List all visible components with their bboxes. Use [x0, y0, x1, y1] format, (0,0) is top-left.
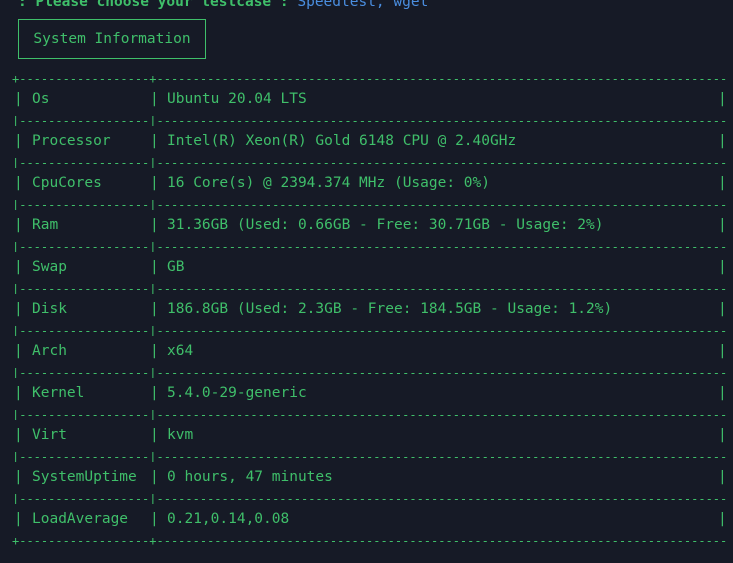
table-pipe: |	[718, 91, 727, 107]
row-key: CpuCores	[32, 175, 102, 191]
table-pipe: |	[150, 343, 159, 359]
row-key: Kernel	[32, 385, 85, 401]
table-pipe: |	[150, 511, 159, 527]
table-pipe: |	[14, 301, 23, 317]
table-pipe: |	[14, 259, 23, 275]
table-row: | | | CpuCores 16 Core(s) @ 2394.374 MHz (Us…	[12, 167, 727, 199]
row-value: 0 hours, 47 minutes	[167, 469, 333, 485]
table-pipe: |	[14, 511, 23, 527]
row-key: Arch	[32, 343, 67, 359]
row-key: Ram	[32, 217, 59, 233]
table-pipe: |	[150, 133, 159, 149]
row-value: Intel(R) Xeon(R) Gold 6148 CPU @ 2.40GHz	[167, 133, 517, 149]
row-value: 5.4.0-29-generic	[167, 385, 307, 401]
table-pipe: |	[150, 301, 159, 317]
table-row: | | | Virt kvm	[12, 419, 727, 451]
table-pipe: |	[150, 427, 159, 443]
table-row: | | | Swap GB	[12, 251, 727, 283]
row-key: Virt	[32, 427, 67, 443]
table-pipe: |	[14, 469, 23, 485]
row-key: Swap	[32, 259, 67, 275]
table-pipe: |	[150, 469, 159, 485]
table-pipe: |	[150, 175, 159, 191]
table-row: | | | Kernel 5.4.0-29-generic	[12, 377, 727, 409]
section-header-box: System Information	[18, 19, 206, 59]
section-title: System Information	[33, 31, 191, 47]
table-pipe: |	[14, 133, 23, 149]
table-pipe: |	[718, 511, 727, 527]
table-pipe: |	[718, 427, 727, 443]
table-pipe: |	[150, 385, 159, 401]
system-info-table: +------------------+--------------------…	[12, 74, 727, 550]
table-row: | | | Ram 31.36GB (Used: 0.66GB - Free: 30.7…	[12, 209, 727, 241]
row-value: kvm	[167, 427, 194, 443]
table-row: | | | Disk 186.8GB (Used: 2.3GB - Free: 184.…	[12, 293, 727, 325]
prompt-label: : Please choose your testcase :	[18, 0, 289, 10]
table-row: | | | LoadAverage 0.21,0.14,0.08	[12, 503, 727, 535]
row-key: Processor	[32, 133, 111, 149]
table-pipe: |	[14, 427, 23, 443]
table-row: | | | Os Ubuntu 20.04 LTS	[12, 83, 727, 115]
testcase-prompt: : Please choose your testcase : Speedtes…	[18, 0, 428, 12]
row-value: 0.21,0.14,0.08	[167, 511, 290, 527]
table-pipe: |	[718, 301, 727, 317]
row-key: SystemUptime	[32, 469, 137, 485]
row-value: x64	[167, 343, 194, 359]
row-value: 186.8GB (Used: 2.3GB - Free: 184.5GB - U…	[167, 301, 613, 317]
table-pipe: |	[718, 469, 727, 485]
table-row: | | | Arch x64	[12, 335, 727, 367]
table-pipe: |	[14, 343, 23, 359]
terminal-window: : Please choose your testcase : Speedtes…	[0, 0, 733, 563]
table-pipe: |	[718, 175, 727, 191]
table-pipe: |	[14, 175, 23, 191]
table-pipe: |	[150, 91, 159, 107]
table-pipe: |	[14, 91, 23, 107]
table-border-bottom: +------------------+--------------------…	[12, 536, 727, 546]
table-pipe: |	[14, 385, 23, 401]
table-pipe: |	[718, 385, 727, 401]
row-key: Disk	[32, 301, 67, 317]
table-pipe: |	[718, 133, 727, 149]
prompt-choices: Speedtest, wget	[297, 0, 429, 10]
table-row: | | | SystemUptime 0 hours, 47 minutes	[12, 461, 727, 493]
table-pipe: |	[718, 259, 727, 275]
row-value: GB	[167, 259, 185, 275]
table-pipe: |	[14, 217, 23, 233]
row-value: Ubuntu 20.04 LTS	[167, 91, 307, 107]
table-pipe: |	[150, 217, 159, 233]
table-row: | | | Processor Intel(R) Xeon(R) Gold 6148 C…	[12, 125, 727, 157]
table-pipe: |	[718, 217, 727, 233]
table-pipe: |	[150, 259, 159, 275]
row-value: 16 Core(s) @ 2394.374 MHz (Usage: 0%)	[167, 175, 491, 191]
row-key: LoadAverage	[32, 511, 129, 527]
row-key: Os	[32, 91, 50, 107]
row-value: 31.36GB (Used: 0.66GB - Free: 30.71GB - …	[167, 217, 604, 233]
table-pipe: |	[718, 343, 727, 359]
